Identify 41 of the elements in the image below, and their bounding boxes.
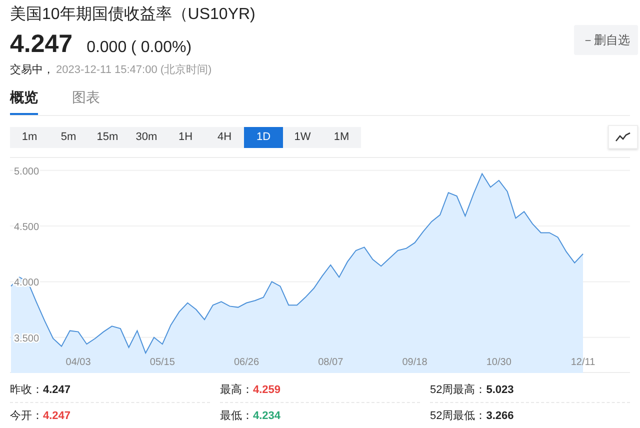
tab[interactable]: 概览 — [10, 89, 38, 115]
period-tab[interactable]: 1W — [283, 126, 322, 148]
tab[interactable]: 图表 — [72, 89, 100, 115]
x-axis-label: 10/30 — [486, 357, 512, 368]
period-tab[interactable]: 30m — [127, 126, 166, 148]
x-axis-label: 04/03 — [66, 357, 91, 368]
stat-label: 最高： — [220, 382, 253, 397]
stat-value: 4.247 — [43, 410, 71, 422]
stat-value: 4.234 — [253, 410, 281, 422]
price-change: 0.000 ( 0.00%) — [86, 39, 192, 57]
stat-label: 最低： — [220, 409, 253, 423]
quote-time: 2023-12-11 15:47:00 (北京时间) — [56, 62, 212, 77]
period-tab[interactable]: 4H — [205, 126, 244, 148]
period-tab[interactable]: 1M — [322, 126, 361, 148]
stat-label: 52周最高： — [430, 382, 486, 397]
x-axis-label: 06/26 — [234, 357, 260, 368]
remove-watchlist-button[interactable]: －删自选 — [574, 25, 638, 55]
chart-type-button[interactable] — [608, 125, 638, 149]
price-value: 4.247 — [10, 30, 73, 59]
trading-status: 交易中， — [10, 62, 54, 77]
stat-value: 4.259 — [253, 384, 281, 396]
y-axis-label: 4.500 — [14, 222, 40, 234]
period-tab[interactable]: 1H — [166, 126, 205, 148]
x-axis-label: 09/18 — [402, 357, 428, 368]
quote-title: 美国10年期国债收益率（US10YR) — [10, 4, 256, 25]
stat-value: 5.023 — [486, 384, 514, 396]
x-axis-label: 12/11 — [570, 357, 596, 368]
stat-label: 52周最低： — [430, 409, 486, 423]
line-chart-icon — [615, 132, 631, 142]
stat-label: 昨收： — [10, 383, 43, 397]
stat-value: 3.266 — [486, 410, 514, 422]
stat-value: 4.247 — [43, 384, 71, 396]
stat-label: 今开： — [10, 409, 43, 423]
x-axis-label: 08/07 — [318, 357, 344, 368]
y-axis-label: 3.500 — [14, 333, 40, 344]
period-tab[interactable]: 15m — [88, 126, 127, 148]
x-axis-label: 05/15 — [150, 357, 175, 368]
y-axis-label: 5.000 — [14, 166, 40, 178]
period-tab[interactable]: 1D — [244, 126, 283, 148]
period-tab[interactable]: 1m — [10, 126, 49, 148]
period-tab[interactable]: 5m — [49, 126, 88, 148]
